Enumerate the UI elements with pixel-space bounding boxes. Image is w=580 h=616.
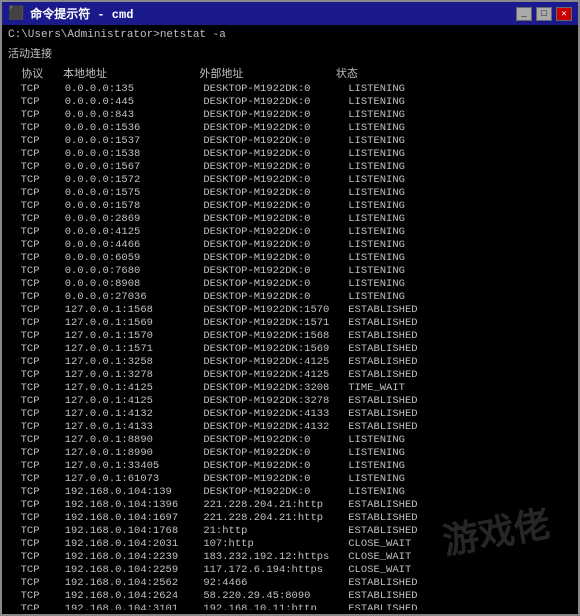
maximize-button[interactable]: □ <box>536 7 552 21</box>
table-row: TCP 0.0.0.0:1575 DESKTOP-M1922DK:0 LISTE… <box>8 187 572 200</box>
title-bar: ⬛ 命令提示符 - cmd _ □ ✕ <box>2 2 578 25</box>
table-row: TCP 0.0.0.0:1538 DESKTOP-M1922DK:0 LISTE… <box>8 148 572 161</box>
output-lines: TCP 0.0.0.0:135 DESKTOP-M1922DK:0 LISTEN… <box>8 83 572 610</box>
window-title: 命令提示符 - cmd <box>30 5 133 22</box>
table-row: TCP 0.0.0.0:4125 DESKTOP-M1922DK:0 LISTE… <box>8 226 572 239</box>
cmd-icon: ⬛ <box>8 6 24 21</box>
title-bar-controls: _ □ ✕ <box>516 7 572 21</box>
table-row: TCP 192.168.0.104:2031 107:http CLOSE_WA… <box>8 538 572 551</box>
table-row: TCP 192.168.0.104:2239 183.232.192.12:ht… <box>8 551 572 564</box>
table-row: TCP 127.0.0.1:3278 DESKTOP-M1922DK:4125 … <box>8 369 572 382</box>
title-bar-left: ⬛ 命令提示符 - cmd <box>8 5 133 22</box>
table-row: TCP 127.0.0.1:3258 DESKTOP-M1922DK:4125 … <box>8 356 572 369</box>
table-row: TCP 0.0.0.0:7680 DESKTOP-M1922DK:0 LISTE… <box>8 265 572 278</box>
table-row: TCP 0.0.0.0:1536 DESKTOP-M1922DK:0 LISTE… <box>8 122 572 135</box>
table-row: TCP 0.0.0.0:1537 DESKTOP-M1922DK:0 LISTE… <box>8 135 572 148</box>
table-row: TCP 0.0.0.0:445 DESKTOP-M1922DK:0 LISTEN… <box>8 96 572 109</box>
table-row: TCP 127.0.0.1:4132 DESKTOP-M1922DK:4133 … <box>8 408 572 421</box>
table-row: TCP 0.0.0.0:2869 DESKTOP-M1922DK:0 LISTE… <box>8 213 572 226</box>
table-row: TCP 192.168.0.104:1768 21:http ESTABLISH… <box>8 525 572 538</box>
table-header: 协议 本地地址 外部地址 状态 <box>8 65 572 81</box>
cmd-body: C:\Users\Administrator>netstat -a 活动连接 协… <box>2 25 578 614</box>
table-row: TCP 127.0.0.1:61073 DESKTOP-M1922DK:0 LI… <box>8 473 572 486</box>
table-row: TCP 0.0.0.0:1578 DESKTOP-M1922DK:0 LISTE… <box>8 200 572 213</box>
table-row: TCP 0.0.0.0:6059 DESKTOP-M1922DK:0 LISTE… <box>8 252 572 265</box>
table-row: TCP 0.0.0.0:1572 DESKTOP-M1922DK:0 LISTE… <box>8 174 572 187</box>
table-row: TCP 192.168.0.104:1396 221.228.204.21:ht… <box>8 499 572 512</box>
table-row: TCP 192.168.0.104:2259 117.172.6.194:htt… <box>8 564 572 577</box>
table-row: TCP 127.0.0.1:1571 DESKTOP-M1922DK:1569 … <box>8 343 572 356</box>
table-row: TCP 127.0.0.1:4125 DESKTOP-M1922DK:3278 … <box>8 395 572 408</box>
table-row: TCP 127.0.0.1:1569 DESKTOP-M1922DK:1571 … <box>8 317 572 330</box>
table-row: TCP 0.0.0.0:1567 DESKTOP-M1922DK:0 LISTE… <box>8 161 572 174</box>
table-row: TCP 192.168.0.104:2624 58.220.29.45:8090… <box>8 590 572 603</box>
table-row: TCP 127.0.0.1:4125 DESKTOP-M1922DK:3208 … <box>8 382 572 395</box>
table-row: TCP 0.0.0.0:843 DESKTOP-M1922DK:0 LISTEN… <box>8 109 572 122</box>
table-row: TCP 127.0.0.1:8890 DESKTOP-M1922DK:0 LIS… <box>8 434 572 447</box>
minimize-button[interactable]: _ <box>516 7 532 21</box>
table-row: TCP 192.168.0.104:2562 92:4466 ESTABLISH… <box>8 577 572 590</box>
table-row: TCP 127.0.0.1:8990 DESKTOP-M1922DK:0 LIS… <box>8 447 572 460</box>
table-row: TCP 127.0.0.1:4133 DESKTOP-M1922DK:4132 … <box>8 421 572 434</box>
table-row: TCP 192.168.0.104:1697 221.228.204.21:ht… <box>8 512 572 525</box>
table-row: TCP 0.0.0.0:135 DESKTOP-M1922DK:0 LISTEN… <box>8 83 572 96</box>
table-row: TCP 0.0.0.0:4466 DESKTOP-M1922DK:0 LISTE… <box>8 239 572 252</box>
cmd-prompt: C:\Users\Administrator>netstat -a <box>8 29 572 41</box>
section-title: 活动连接 <box>8 45 572 61</box>
table-row: TCP 0.0.0.0:8908 DESKTOP-M1922DK:0 LISTE… <box>8 278 572 291</box>
table-row: TCP 127.0.0.1:1568 DESKTOP-M1922DK:1570 … <box>8 304 572 317</box>
cmd-window: ⬛ 命令提示符 - cmd _ □ ✕ C:\Users\Administrat… <box>0 0 580 616</box>
table-row: TCP 127.0.0.1:33405 DESKTOP-M1922DK:0 LI… <box>8 460 572 473</box>
table-row: TCP 127.0.0.1:1570 DESKTOP-M1922DK:1568 … <box>8 330 572 343</box>
table-row: TCP 192.168.0.104:3101 192.168.10.11:htt… <box>8 603 572 610</box>
table-row: TCP 0.0.0.0:27036 DESKTOP-M1922DK:0 LIST… <box>8 291 572 304</box>
close-button[interactable]: ✕ <box>556 7 572 21</box>
table-row: TCP 192.168.0.104:139 DESKTOP-M1922DK:0 … <box>8 486 572 499</box>
